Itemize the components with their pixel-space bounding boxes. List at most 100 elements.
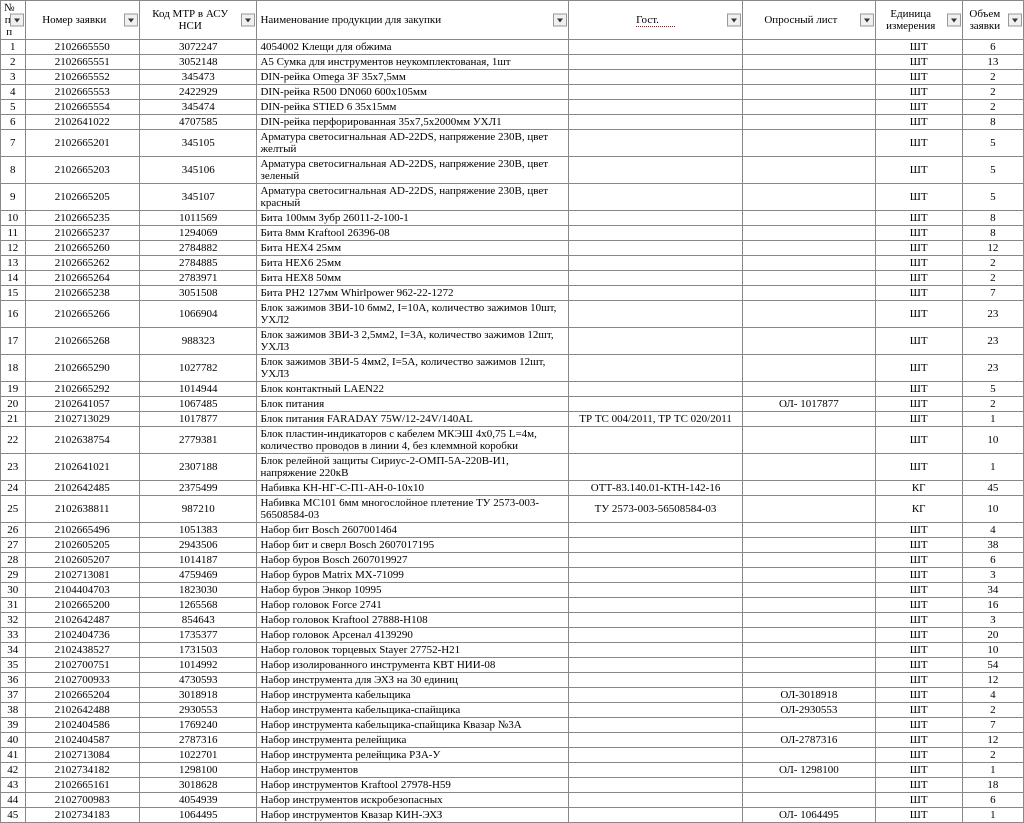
cell-num[interactable]: 10 [1, 211, 26, 226]
cell-opros[interactable] [742, 427, 875, 454]
cell-num[interactable]: 34 [1, 643, 26, 658]
cell-vol[interactable]: 4 [962, 523, 1023, 538]
cell-gost[interactable]: ТР ТС 004/2011, ТР ТС 020/2011 [569, 412, 743, 427]
cell-name[interactable]: Набор инструмента релейщика РЗА-У [257, 748, 569, 763]
cell-opros[interactable]: ОЛ-2787316 [742, 733, 875, 748]
cell-num[interactable]: 29 [1, 568, 26, 583]
cell-opros[interactable] [742, 628, 875, 643]
cell-vol[interactable]: 7 [962, 718, 1023, 733]
cell-code[interactable]: 1067485 [139, 397, 257, 412]
cell-name[interactable]: Бита PH2 127мм Whirlpower 962-22-1272 [257, 286, 569, 301]
cell-unit[interactable]: ШТ [875, 355, 962, 382]
cell-gost[interactable] [569, 763, 743, 778]
cell-name[interactable]: DIN-рейка STIED 6 35x15мм [257, 100, 569, 115]
cell-gost[interactable] [569, 568, 743, 583]
cell-req[interactable]: 2102605205 [25, 538, 139, 553]
cell-opros[interactable] [742, 157, 875, 184]
cell-gost[interactable] [569, 688, 743, 703]
cell-opros[interactable] [742, 226, 875, 241]
cell-opros[interactable] [742, 553, 875, 568]
cell-opros[interactable] [742, 598, 875, 613]
cell-num[interactable]: 44 [1, 793, 26, 808]
cell-name[interactable]: Бита HEX4 25мм [257, 241, 569, 256]
cell-unit[interactable]: ШТ [875, 412, 962, 427]
cell-num[interactable]: 25 [1, 496, 26, 523]
cell-code[interactable]: 2783971 [139, 271, 257, 286]
cell-code[interactable]: 3018918 [139, 688, 257, 703]
filter-icon[interactable] [241, 14, 255, 27]
cell-gost[interactable] [569, 55, 743, 70]
cell-gost[interactable] [569, 184, 743, 211]
cell-vol[interactable]: 23 [962, 355, 1023, 382]
cell-unit[interactable]: ШТ [875, 808, 962, 823]
cell-name[interactable]: Набор бит Bosch 2607001464 [257, 523, 569, 538]
cell-unit[interactable]: ШТ [875, 40, 962, 55]
cell-gost[interactable] [569, 733, 743, 748]
filter-icon[interactable] [124, 14, 138, 27]
cell-code[interactable]: 345105 [139, 130, 257, 157]
cell-opros[interactable] [742, 355, 875, 382]
cell-req[interactable]: 2102641057 [25, 397, 139, 412]
cell-opros[interactable] [742, 583, 875, 598]
cell-gost[interactable] [569, 538, 743, 553]
cell-unit[interactable]: ШТ [875, 382, 962, 397]
cell-name[interactable]: Набор инструмента кабельщика-спайщика [257, 703, 569, 718]
cell-unit[interactable]: ШТ [875, 271, 962, 286]
cell-unit[interactable]: ШТ [875, 613, 962, 628]
cell-vol[interactable]: 2 [962, 100, 1023, 115]
cell-vol[interactable]: 6 [962, 553, 1023, 568]
cell-gost[interactable] [569, 793, 743, 808]
cell-gost[interactable] [569, 643, 743, 658]
cell-name[interactable]: Набор буров Matrix MX-71099 [257, 568, 569, 583]
cell-req[interactable]: 2102665268 [25, 328, 139, 355]
cell-req[interactable]: 2102713029 [25, 412, 139, 427]
cell-vol[interactable]: 2 [962, 703, 1023, 718]
cell-name[interactable]: Блок зажимов ЗВИ-3 2,5мм2, I=3А, количес… [257, 328, 569, 355]
cell-num[interactable]: 40 [1, 733, 26, 748]
cell-opros[interactable] [742, 778, 875, 793]
cell-req[interactable]: 2102665496 [25, 523, 139, 538]
cell-req[interactable]: 2102605207 [25, 553, 139, 568]
cell-name[interactable]: Блок пластин-индикаторов с кабелем МКЭШ … [257, 427, 569, 454]
cell-num[interactable]: 14 [1, 271, 26, 286]
cell-req[interactable]: 2102665200 [25, 598, 139, 613]
cell-gost[interactable] [569, 40, 743, 55]
cell-unit[interactable]: ШТ [875, 70, 962, 85]
cell-req[interactable]: 2102404587 [25, 733, 139, 748]
cell-opros[interactable] [742, 256, 875, 271]
cell-name[interactable]: Набор головок Force 2741 [257, 598, 569, 613]
cell-unit[interactable]: ШТ [875, 184, 962, 211]
cell-num[interactable]: 31 [1, 598, 26, 613]
cell-code[interactable]: 987210 [139, 496, 257, 523]
filter-icon[interactable] [860, 14, 874, 27]
cell-gost[interactable] [569, 658, 743, 673]
cell-name[interactable]: Блок зажимов ЗВИ-5 4мм2, I=5А, количеств… [257, 355, 569, 382]
cell-name[interactable]: Набор инструмента для ЭХЗ на 30 единиц [257, 673, 569, 688]
cell-code[interactable]: 1731503 [139, 643, 257, 658]
cell-code[interactable]: 4730593 [139, 673, 257, 688]
cell-code[interactable]: 2779381 [139, 427, 257, 454]
cell-opros[interactable] [742, 115, 875, 130]
cell-name[interactable]: Набор буров Bosch 2607019927 [257, 553, 569, 568]
cell-vol[interactable]: 20 [962, 628, 1023, 643]
cell-code[interactable]: 1022701 [139, 748, 257, 763]
cell-name[interactable]: Блок питания [257, 397, 569, 412]
cell-gost[interactable] [569, 673, 743, 688]
cell-gost[interactable] [569, 130, 743, 157]
cell-opros[interactable] [742, 85, 875, 100]
cell-opros[interactable] [742, 568, 875, 583]
cell-vol[interactable]: 18 [962, 778, 1023, 793]
filter-icon[interactable] [727, 14, 741, 27]
cell-num[interactable]: 11 [1, 226, 26, 241]
cell-gost[interactable] [569, 718, 743, 733]
cell-gost[interactable] [569, 355, 743, 382]
cell-num[interactable]: 18 [1, 355, 26, 382]
cell-code[interactable]: 854643 [139, 613, 257, 628]
cell-unit[interactable]: ШТ [875, 100, 962, 115]
cell-vol[interactable]: 7 [962, 286, 1023, 301]
cell-num[interactable]: 1 [1, 40, 26, 55]
cell-vol[interactable]: 5 [962, 130, 1023, 157]
cell-name[interactable]: Блок контактный LAEN22 [257, 382, 569, 397]
cell-opros[interactable] [742, 673, 875, 688]
cell-code[interactable]: 2422929 [139, 85, 257, 100]
